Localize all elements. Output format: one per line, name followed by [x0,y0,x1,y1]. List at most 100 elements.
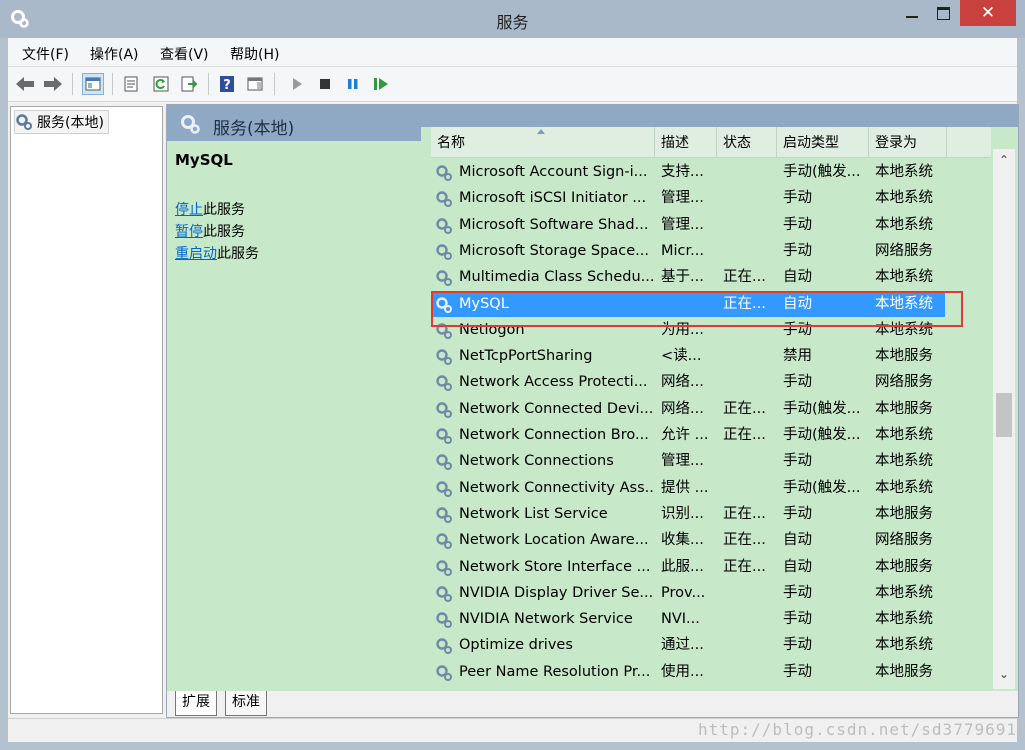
cell-status [723,448,775,474]
stop-service-button[interactable] [314,73,336,95]
cell-logon: 本地服务 [875,505,933,522]
service-gear-icon [436,507,452,523]
cell-logon: 本地系统 [875,269,933,286]
services-window: 服务 ✕ 文件(F) 操作(A) 查看(V) 帮助(H) ? 服务(本地) 服务… [0,0,1025,750]
service-gear-icon [436,428,452,444]
back-button[interactable] [14,73,36,95]
title-bar[interactable]: 服务 ✕ [0,0,1025,38]
table-row[interactable]: Network Access Protecti... 网络... 手动 网络服务 [431,369,991,395]
close-button[interactable]: ✕ [960,0,1016,26]
maximize-icon [936,6,950,20]
cell-startup: 手动(触发... [783,164,861,180]
services-content: 服务(本地) MySQL 停止此服务 暂停此服务 重启动此服务 名称 描述 状态… [166,104,1019,718]
selection-highlight-box [431,291,963,327]
table-row[interactable]: Microsoft Storage Space... Micr... 手动 网络服务 [431,238,991,264]
tree-item-services-local[interactable]: 服务(本地) [14,110,109,134]
service-gear-icon [436,349,452,366]
column-header-description[interactable]: 描述 [655,127,717,157]
scroll-down-icon[interactable]: ⌄ [999,667,1009,681]
cell-startup: 手动(触发... [783,400,861,417]
cell-startup: 手动 [783,242,812,259]
tab-standard[interactable]: 标准 [225,691,267,716]
vertical-scrollbar[interactable]: ⌃ ⌄ [993,149,1015,689]
table-row[interactable]: Network Connection Bro... 允许 ... 正在... 手动(触… [431,422,991,448]
table-row[interactable]: NVIDIA Display Driver Se... Prov... 手动 本地系统 [431,580,991,606]
service-gear-icon [436,559,452,576]
pause-service-button[interactable] [342,73,364,95]
cell-logon: 本地服务 [875,663,933,680]
cell-logon: 本地系统 [875,453,933,470]
tab-extended[interactable]: 扩展 [175,691,217,716]
cell-startup: 手动 [783,216,812,233]
view-tabs: 扩展 标准 [167,691,1018,717]
menu-help[interactable]: 帮助(H) [230,44,279,64]
table-row[interactable]: Microsoft Account Sign-i... 支持... 手动(触发...… [431,159,991,185]
menu-view[interactable]: 查看(V) [160,44,209,64]
cell-startup: 手动 [783,611,812,628]
table-row[interactable]: Network Connections 管理... 手动 本地系统 [431,448,991,474]
column-header-startup-type[interactable]: 启动类型 [777,127,869,157]
service-gear-icon [436,638,452,655]
action-pause-row: 暂停此服务 [175,221,245,241]
stop-service-link[interactable]: 停止 [175,202,203,218]
column-header-label: 登录为 [875,135,917,151]
cell-startup: 手动(触发... [783,427,861,443]
column-header-label: 描述 [661,135,689,151]
pause-service-icon [348,79,358,89]
refresh-button[interactable] [150,73,172,95]
maximize-button[interactable] [928,0,958,26]
table-row[interactable]: Network Connectivity Ass... 提供 ... 手动(触发..… [431,475,991,501]
table-row[interactable]: Optimize drives 通过... 手动 本地系统 [431,632,991,658]
cell-desc: 使用... [661,663,704,680]
cell-logon: 本地系统 [875,584,933,601]
table-row[interactable]: NVIDIA Network Service NVI... 手动 本地系统 [431,606,991,632]
cell-name: Microsoft Software Shad... [459,216,649,233]
column-header-status[interactable]: 状态 [717,127,777,157]
cell-status [723,659,775,685]
cell-name: Network Connectivity Ass... [459,479,655,496]
cell-name: Multimedia Class Schedu... [459,269,655,286]
table-row[interactable]: Network Store Interface ... 此服... 正在... 自动 本… [431,554,991,580]
forward-button[interactable] [42,73,64,95]
cell-name: Microsoft Account Sign-i... [459,164,648,180]
menu-action[interactable]: 操作(A) [90,44,139,64]
show-action-pane-button[interactable] [244,73,266,95]
help-button[interactable]: ? [216,73,238,95]
cell-logon: 网络服务 [875,532,933,549]
export-list-icon [181,76,197,92]
minimize-button[interactable] [896,0,928,26]
cell-status [723,343,775,369]
description-pane: MySQL 停止此服务 暂停此服务 重启动此服务 [167,141,421,691]
table-row[interactable]: Network Location Aware... 收集... 正在... 自动 网络服… [431,527,991,553]
toolbar-separator [274,73,275,95]
action-suffix: 此服务 [203,202,245,218]
cell-desc: <读... [661,348,702,365]
table-row[interactable]: Multimedia Class Schedu... 基于... 正在... 自动 本地… [431,264,991,290]
properties-button[interactable] [120,73,142,95]
export-list-button[interactable] [178,73,200,95]
cell-status: 正在... [723,532,766,549]
column-header-logon-as[interactable]: 登录为 [869,127,947,157]
cell-desc: 此服... [661,558,704,575]
cell-name: Microsoft iSCSI Initiator ... [459,190,647,207]
action-stop-row: 停止此服务 [175,199,245,219]
restart-service-link[interactable]: 重启动 [175,246,217,262]
show-hide-console-tree-button[interactable] [82,73,104,95]
scroll-up-icon[interactable]: ⌃ [999,153,1009,167]
start-service-button[interactable] [286,73,308,95]
table-row[interactable]: Network Connected Devi... 网络... 正在... 手动(触发… [431,396,991,422]
menu-file[interactable]: 文件(F) [22,44,69,64]
table-row[interactable]: Microsoft iSCSI Initiator ... 管理... 手动 本地系统 [431,185,991,211]
table-row[interactable]: NetTcpPortSharing <读... 禁用 本地服务 [431,343,991,369]
table-row[interactable]: Peer Name Resolution Pr... 使用... 手动 本地服务 [431,659,991,685]
cell-desc: Micr... [661,242,704,259]
pause-service-link[interactable]: 暂停 [175,224,203,240]
cell-desc: 管理... [661,453,704,470]
table-row[interactable]: Microsoft Software Shad... 管理... 手动 本地系统 [431,212,991,238]
cell-logon: 本地系统 [875,216,933,233]
cell-logon: 本地服务 [875,348,933,365]
column-header-name[interactable]: 名称 [431,127,655,157]
scrollbar-thumb[interactable] [996,393,1012,437]
restart-service-button[interactable] [370,73,392,95]
table-row[interactable]: Network List Service 识别... 正在... 手动 本地服务 [431,501,991,527]
